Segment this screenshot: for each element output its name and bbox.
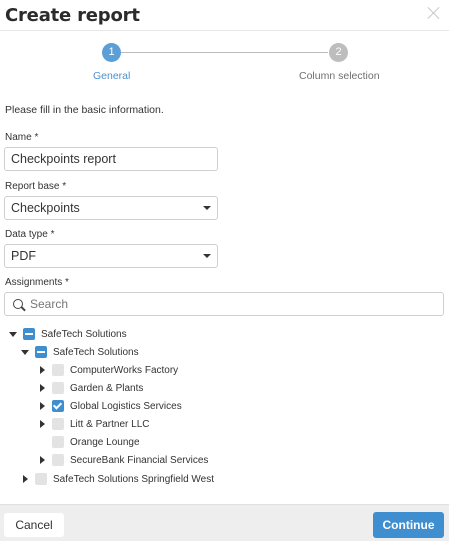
tree-item-label: Garden & Plants (70, 382, 144, 394)
tree-item[interactable]: Global Logistics Services (37, 398, 182, 414)
tree-item[interactable]: Orange Lounge (37, 434, 140, 450)
name-input-value: Checkpoints report (11, 152, 116, 166)
tree-item-label: SafeTech Solutions (41, 328, 127, 340)
checkbox[interactable] (52, 454, 64, 466)
close-icon[interactable] (427, 6, 441, 20)
data-type-select[interactable]: PDF (4, 244, 218, 268)
step-2-indicator[interactable]: 2 (329, 43, 348, 62)
stepper-connector (120, 52, 328, 53)
name-input[interactable]: Checkpoints report (4, 147, 218, 171)
caret-down-icon[interactable] (8, 329, 18, 339)
caret-right-icon[interactable] (37, 455, 47, 465)
cancel-button[interactable]: Cancel (4, 513, 64, 537)
tree-item[interactable]: ComputerWorks Factory (37, 362, 178, 378)
continue-button[interactable]: Continue (373, 512, 444, 538)
stepper: 1 2 General Column selection (0, 31, 449, 91)
report-base-label: Report base * (5, 181, 67, 192)
checkbox[interactable] (52, 364, 64, 376)
step-1-indicator[interactable]: 1 (102, 43, 121, 62)
step-2-label[interactable]: Column selection (299, 70, 380, 82)
tree-item[interactable]: Garden & Plants (37, 380, 143, 396)
tree-item-label: Litt & Partner LLC (70, 418, 150, 430)
caret-right-icon[interactable] (37, 419, 47, 429)
name-label: Name * (5, 132, 39, 143)
caret-right-icon[interactable] (37, 365, 47, 375)
caret-right-icon[interactable] (37, 401, 47, 411)
assignments-search-input[interactable]: Search (4, 292, 444, 316)
checkbox-checked[interactable] (52, 400, 64, 412)
checkbox-partial[interactable] (23, 328, 35, 340)
data-type-label: Data type * (5, 229, 55, 240)
chevron-down-icon (203, 206, 211, 210)
tree-item-label: SafeTech Solutions (53, 346, 139, 358)
tree-item[interactable]: Litt & Partner LLC (37, 416, 149, 432)
dialog-footer: Cancel Continue (0, 504, 449, 541)
tree-item[interactable]: SafeTech Solutions (20, 344, 139, 360)
caret-down-icon[interactable] (20, 347, 30, 357)
dialog-header: Create report (0, 0, 449, 31)
caret-right-icon[interactable] (37, 383, 47, 393)
checkbox[interactable] (52, 436, 64, 448)
tree-item-label: SafeTech Solutions Springfield West (53, 473, 215, 485)
checkbox[interactable] (35, 473, 47, 485)
search-icon (13, 299, 23, 309)
tree-item[interactable]: SafeTech Solutions (8, 326, 127, 342)
search-placeholder: Search (30, 297, 69, 311)
tree-item[interactable]: SecureBank Financial Services (37, 452, 208, 468)
tree-item-label: SecureBank Financial Services (70, 454, 209, 466)
dialog-title: Create report (5, 5, 140, 26)
tree-item-label: Global Logistics Services (70, 400, 182, 412)
step-1-label[interactable]: General (93, 70, 130, 82)
chevron-down-icon (203, 254, 211, 258)
report-base-select[interactable]: Checkpoints (4, 196, 218, 220)
caret-right-icon[interactable] (20, 474, 30, 484)
checkbox[interactable] (52, 418, 64, 430)
checkbox-partial[interactable] (35, 346, 47, 358)
assignments-label: Assignments * (5, 277, 69, 288)
tree-item-label: ComputerWorks Factory (70, 364, 179, 376)
report-base-value: Checkpoints (11, 201, 80, 215)
data-type-value: PDF (11, 249, 36, 263)
tree-item[interactable]: SafeTech Solutions Springfield West (20, 471, 214, 487)
checkbox[interactable] (52, 382, 64, 394)
intro-text: Please fill in the basic information. (5, 104, 164, 116)
tree-item-label: Orange Lounge (70, 436, 140, 448)
